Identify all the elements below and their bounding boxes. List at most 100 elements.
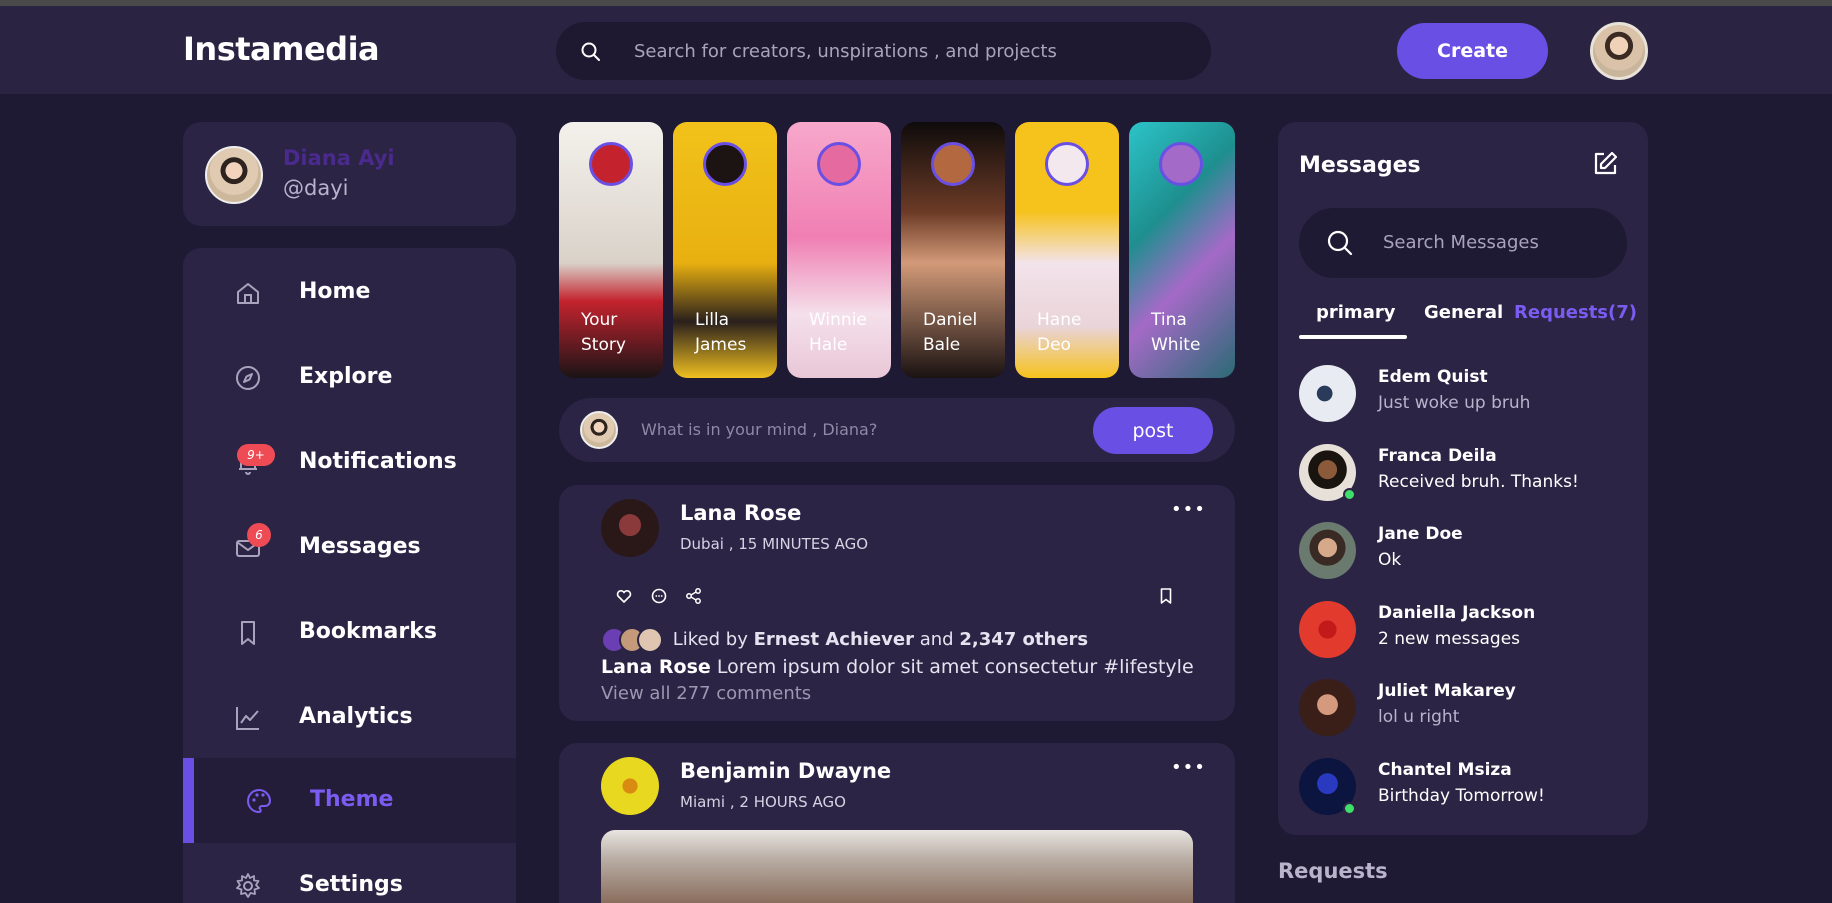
message-preview: Received bruh. Thanks! <box>1378 472 1579 492</box>
post-author-avatar[interactable] <box>601 499 659 557</box>
story-name: Daniel Bale <box>923 310 978 355</box>
story-name: Hane Deo <box>1037 310 1082 355</box>
message-item[interactable]: Chantel Msiza Birthday Tomorrow! <box>1299 758 1629 818</box>
compose-input[interactable]: What is in your mind , Diana? <box>641 420 877 439</box>
sidebar-item-theme[interactable]: Theme <box>183 758 516 843</box>
contact-avatar <box>1299 522 1356 579</box>
message-item[interactable]: Franca Deila Received bruh. Thanks! <box>1299 444 1629 504</box>
story-avatar <box>817 142 861 186</box>
sidebar-item-label: Home <box>299 279 371 304</box>
sidebar-item-messages[interactable]: 6 Messages <box>183 505 516 590</box>
comment-icon[interactable] <box>650 587 668 609</box>
heart-icon[interactable] <box>615 587 633 609</box>
sidebar-item-analytics[interactable]: Analytics <box>183 675 516 760</box>
story-card[interactable]: Lilla James <box>673 122 777 378</box>
sidebar-item-settings[interactable]: Settings <box>183 843 516 903</box>
liked-user[interactable]: Ernest Achiever <box>754 629 914 650</box>
contact-name: Jane Doe <box>1378 524 1463 544</box>
message-item[interactable]: Edem Quist Just woke up bruh <box>1299 365 1629 425</box>
search-icon <box>580 41 602 67</box>
story-name: Tina White <box>1151 310 1201 355</box>
tab-general[interactable]: General <box>1424 302 1503 323</box>
search-input[interactable]: Search for creators, unspirations , and … <box>634 41 1057 62</box>
story-name: Your Story <box>581 310 626 355</box>
messages-search[interactable]: Search Messages <box>1299 208 1627 278</box>
sidebar-item-label: Messages <box>299 534 421 559</box>
search-bar[interactable]: Search for creators, unspirations , and … <box>556 22 1211 80</box>
liked-prefix: Liked by <box>672 629 748 650</box>
view-comments-link[interactable]: View all 277 comments <box>601 683 811 704</box>
story-avatar <box>1045 142 1089 186</box>
active-tab-indicator <box>1299 335 1407 339</box>
contact-name: Chantel Msiza <box>1378 760 1512 780</box>
sidebar-item-label: Analytics <box>299 704 413 729</box>
story-card[interactable]: Hane Deo <box>1015 122 1119 378</box>
post-actions <box>615 587 715 609</box>
gear-icon <box>233 871 263 901</box>
caption-text: Lorem ipsum dolor sit amet consectetur #… <box>716 656 1194 678</box>
liker-avatars <box>601 627 663 653</box>
post-image[interactable] <box>601 830 1193 903</box>
contact-name: Juliet Makarey <box>1378 681 1516 701</box>
story-name: Winnie Hale <box>809 310 867 355</box>
tab-primary[interactable]: primary <box>1316 302 1395 323</box>
feed-post: Benjamin Dwayne Miami , 2 HOURS AGO ••• <box>559 743 1235 903</box>
post-author-avatar[interactable] <box>601 757 659 815</box>
home-icon <box>233 278 263 308</box>
story-card[interactable]: Winnie Hale <box>787 122 891 378</box>
online-indicator <box>1343 488 1356 501</box>
sidebar-item-explore[interactable]: Explore <box>183 335 516 420</box>
caption-author[interactable]: Lana Rose <box>601 656 711 678</box>
message-preview: lol u right <box>1378 707 1460 727</box>
profile-card[interactable]: Diana Ayi @dayi <box>183 122 516 226</box>
active-indicator <box>183 758 194 843</box>
tab-requests[interactable]: Requests(7) <box>1514 302 1637 323</box>
likes-summary: Liked by Ernest Achiever and 2,347 other… <box>601 627 1088 653</box>
sidebar-item-label: Theme <box>310 787 394 812</box>
contact-name: Edem Quist <box>1378 367 1488 387</box>
message-item[interactable]: Jane Doe Ok <box>1299 522 1629 582</box>
share-icon[interactable] <box>685 587 703 609</box>
top-navbar: Instamedia Search for creators, unspirat… <box>0 6 1832 94</box>
palette-icon <box>244 786 274 816</box>
user-avatar[interactable] <box>1590 22 1648 80</box>
app-logo[interactable]: Instamedia <box>183 30 380 68</box>
message-item[interactable]: Daniella Jackson 2 new messages <box>1299 601 1629 661</box>
contact-name: Daniella Jackson <box>1378 603 1536 623</box>
contact-avatar <box>1299 365 1356 422</box>
sidebar-item-notifications[interactable]: 9+ Notifications <box>183 420 516 505</box>
sidebar-item-label: Settings <box>299 872 403 897</box>
compass-icon <box>233 363 263 393</box>
messages-badge: 6 <box>247 523 271 547</box>
bookmark-icon[interactable] <box>1157 587 1175 609</box>
story-avatar <box>931 142 975 186</box>
story-card[interactable]: Tina White <box>1129 122 1235 378</box>
bookmark-icon <box>233 618 263 648</box>
post-location: Dubai , 15 MINUTES AGO <box>680 535 869 553</box>
post-button[interactable]: post <box>1093 407 1213 454</box>
contact-avatar <box>1299 679 1356 736</box>
sidebar-item-label: Notifications <box>299 449 457 474</box>
post-author-name[interactable]: Lana Rose <box>680 501 801 525</box>
requests-heading: Requests <box>1278 859 1388 883</box>
more-options-icon[interactable]: ••• <box>1171 757 1206 778</box>
message-item[interactable]: Juliet Makarey lol u right <box>1299 679 1629 739</box>
messages-search-input[interactable]: Search Messages <box>1383 232 1539 253</box>
more-options-icon[interactable]: ••• <box>1171 499 1206 520</box>
sidebar-item-home[interactable]: Home <box>183 250 516 335</box>
liked-count[interactable]: 2,347 others <box>959 629 1088 650</box>
post-author-name[interactable]: Benjamin Dwayne <box>680 759 891 783</box>
story-card[interactable]: Your Story <box>559 122 663 378</box>
profile-name: Diana Ayi <box>283 146 395 170</box>
sidebar-item-label: Bookmarks <box>299 619 437 644</box>
story-card[interactable]: Daniel Bale <box>901 122 1005 378</box>
story-name: Lilla James <box>695 310 747 355</box>
message-preview: Just woke up bruh <box>1378 393 1531 413</box>
compose-avatar <box>580 411 618 449</box>
sidebar-item-bookmarks[interactable]: Bookmarks <box>183 590 516 675</box>
contact-avatar <box>1299 601 1356 658</box>
edit-icon[interactable] <box>1591 150 1619 182</box>
create-button[interactable]: Create <box>1397 23 1548 79</box>
story-avatar <box>1159 142 1203 186</box>
story-avatar <box>589 142 633 186</box>
